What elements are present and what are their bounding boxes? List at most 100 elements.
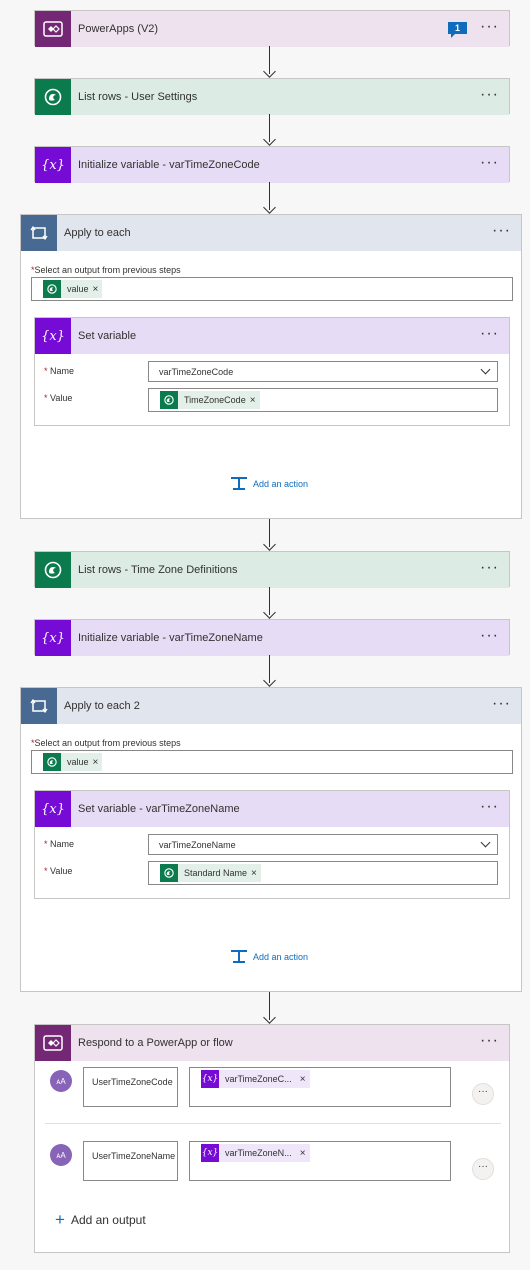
add-action-button[interactable]: Add an action xyxy=(231,950,308,964)
step-title: Respond to a PowerApp or flow xyxy=(78,1037,233,1049)
more-options-button[interactable]: ··· xyxy=(492,688,511,724)
step-title: Set variable xyxy=(78,330,137,342)
name-value: varTimeZoneName xyxy=(159,840,236,850)
step-header[interactable]: Respond to a PowerApp or flow xyxy=(35,1025,509,1061)
step-set-variable-tz-name[interactable]: {x} Set variable - varTimeZoneName ··· *… xyxy=(34,790,510,899)
standard-name-token[interactable]: Standard Name × xyxy=(160,864,261,882)
value-input[interactable]: Standard Name × xyxy=(148,861,498,885)
token-label: varTimeZoneN... xyxy=(225,1148,292,1158)
variable-icon: {x} xyxy=(201,1144,219,1162)
step-respond-to-powerapp[interactable]: Respond to a PowerApp or flow ··· ᴀA Use… xyxy=(34,1024,510,1253)
variable-icon: {x} xyxy=(35,791,71,827)
connector-arrow xyxy=(263,133,276,146)
variable-icon: {x} xyxy=(201,1070,219,1088)
comment-count: 1 xyxy=(454,23,460,33)
step-header[interactable]: {x} Initialize variable - varTimeZoneNam… xyxy=(35,620,509,656)
more-options-button[interactable]: ··· xyxy=(480,147,499,183)
step-title: Initialize variable - varTimeZoneName xyxy=(78,632,263,644)
timezonecode-token[interactable]: TimeZoneCode × xyxy=(160,391,260,409)
step-title: Initialize variable - varTimeZoneCode xyxy=(78,159,260,171)
output-more-button[interactable]: ··· xyxy=(472,1083,494,1105)
step-init-variable-tz-name[interactable]: {x} Initialize variable - varTimeZoneNam… xyxy=(34,619,510,656)
remove-token-button[interactable]: × xyxy=(300,1074,306,1085)
output-name-field[interactable]: UserTimeZoneName xyxy=(83,1141,178,1181)
value-label: * Value xyxy=(44,393,72,403)
remove-token-button[interactable]: × xyxy=(250,395,256,406)
output-divider xyxy=(45,1123,501,1124)
add-output-button[interactable]: + Add an output xyxy=(55,1210,146,1229)
step-header[interactable]: PowerApps (V2) xyxy=(35,11,509,47)
value-token[interactable]: value × xyxy=(43,280,103,298)
dataverse-icon xyxy=(35,552,71,588)
dataverse-icon xyxy=(160,391,178,409)
chevron-down-icon[interactable] xyxy=(480,364,491,375)
dataverse-icon xyxy=(43,280,61,298)
required-marker: * xyxy=(44,866,48,876)
more-options-button[interactable]: ··· xyxy=(480,620,499,656)
step-header[interactable]: List rows - Time Zone Definitions xyxy=(35,552,509,588)
more-options-button[interactable]: ··· xyxy=(480,11,499,47)
more-options-button[interactable]: ··· xyxy=(480,791,499,827)
connector-arrow xyxy=(263,606,276,619)
step-header[interactable]: {x} Set variable - varTimeZoneName xyxy=(35,791,509,827)
more-options-button[interactable]: ··· xyxy=(492,215,511,251)
step-header[interactable]: Apply to each xyxy=(21,215,521,251)
step-apply-to-each[interactable]: Apply to each ··· *Select an output from… xyxy=(20,214,522,519)
name-label: * Name xyxy=(44,366,74,376)
text-output-avatar: ᴀA xyxy=(50,1144,72,1166)
add-action-label: Add an action xyxy=(253,952,309,962)
step-title: PowerApps (V2) xyxy=(78,23,159,35)
remove-token-button[interactable]: × xyxy=(251,868,257,879)
name-value: varTimeZoneCode xyxy=(159,367,234,377)
more-options-button[interactable]: ··· xyxy=(480,552,499,588)
step-title: Apply to each xyxy=(64,227,131,239)
step-header[interactable]: {x} Initialize variable - varTimeZoneCod… xyxy=(35,147,509,183)
value-input[interactable]: TimeZoneCode × xyxy=(148,388,498,412)
step-title: Set variable - varTimeZoneName xyxy=(78,803,240,815)
add-action-icon xyxy=(231,950,247,964)
powerapps-icon xyxy=(35,1025,71,1061)
loop-icon xyxy=(21,215,57,251)
step-powerapps-trigger[interactable]: PowerApps (V2) 1 ··· xyxy=(34,10,510,47)
more-options-button[interactable]: ··· xyxy=(480,1025,499,1061)
add-action-button[interactable]: Add an action xyxy=(231,477,308,491)
chevron-down-icon[interactable] xyxy=(480,837,491,848)
step-apply-to-each-2[interactable]: Apply to each 2 ··· *Select an output fr… xyxy=(20,687,522,992)
step-list-rows-user-settings[interactable]: List rows - User Settings ··· xyxy=(34,78,510,115)
output-more-button[interactable]: ··· xyxy=(472,1158,494,1180)
plus-icon: + xyxy=(55,1210,65,1229)
more-options-button[interactable]: ··· xyxy=(480,318,499,354)
name-dropdown[interactable]: varTimeZoneCode xyxy=(148,361,498,382)
name-dropdown[interactable]: varTimeZoneName xyxy=(148,834,498,855)
comment-icon[interactable]: 1 xyxy=(448,22,467,38)
output-name-field[interactable]: UserTimeZoneCode xyxy=(83,1067,178,1107)
dataverse-icon xyxy=(43,753,61,771)
variable-icon-glyph: {x} xyxy=(41,328,65,344)
step-header[interactable]: Apply to each 2 xyxy=(21,688,521,724)
remove-token-button[interactable]: × xyxy=(300,1148,306,1159)
variable-icon: {x} xyxy=(35,620,71,656)
connector-arrow xyxy=(263,201,276,214)
value-label: * Value xyxy=(44,866,72,876)
more-options-button[interactable]: ··· xyxy=(480,79,499,115)
step-title: List rows - Time Zone Definitions xyxy=(78,564,238,576)
select-output-input[interactable]: value × xyxy=(31,277,513,301)
remove-token-button[interactable]: × xyxy=(93,284,99,295)
value-token[interactable]: value × xyxy=(43,753,103,771)
step-header[interactable]: {x} Set variable xyxy=(35,318,509,354)
step-list-rows-tz-definitions[interactable]: List rows - Time Zone Definitions ··· xyxy=(34,551,510,588)
step-init-variable-tz-code[interactable]: {x} Initialize variable - varTimeZoneCod… xyxy=(34,146,510,183)
output-value-field[interactable]: {x} varTimeZoneC... × xyxy=(189,1067,451,1107)
variable-token[interactable]: {x} varTimeZoneN... × xyxy=(201,1144,310,1162)
variable-token[interactable]: {x} varTimeZoneC... × xyxy=(201,1070,310,1088)
step-set-variable[interactable]: {x} Set variable ··· * Name varTimeZoneC… xyxy=(34,317,510,426)
remove-token-button[interactable]: × xyxy=(93,757,99,768)
select-output-input[interactable]: value × xyxy=(31,750,513,774)
step-header[interactable]: List rows - User Settings xyxy=(35,79,509,115)
dataverse-icon xyxy=(35,79,71,115)
loop-icon xyxy=(21,688,57,724)
add-action-icon xyxy=(231,477,247,491)
connector-arrow xyxy=(263,674,276,687)
token-label: Standard Name xyxy=(184,868,248,878)
output-value-field[interactable]: {x} varTimeZoneN... × xyxy=(189,1141,451,1181)
